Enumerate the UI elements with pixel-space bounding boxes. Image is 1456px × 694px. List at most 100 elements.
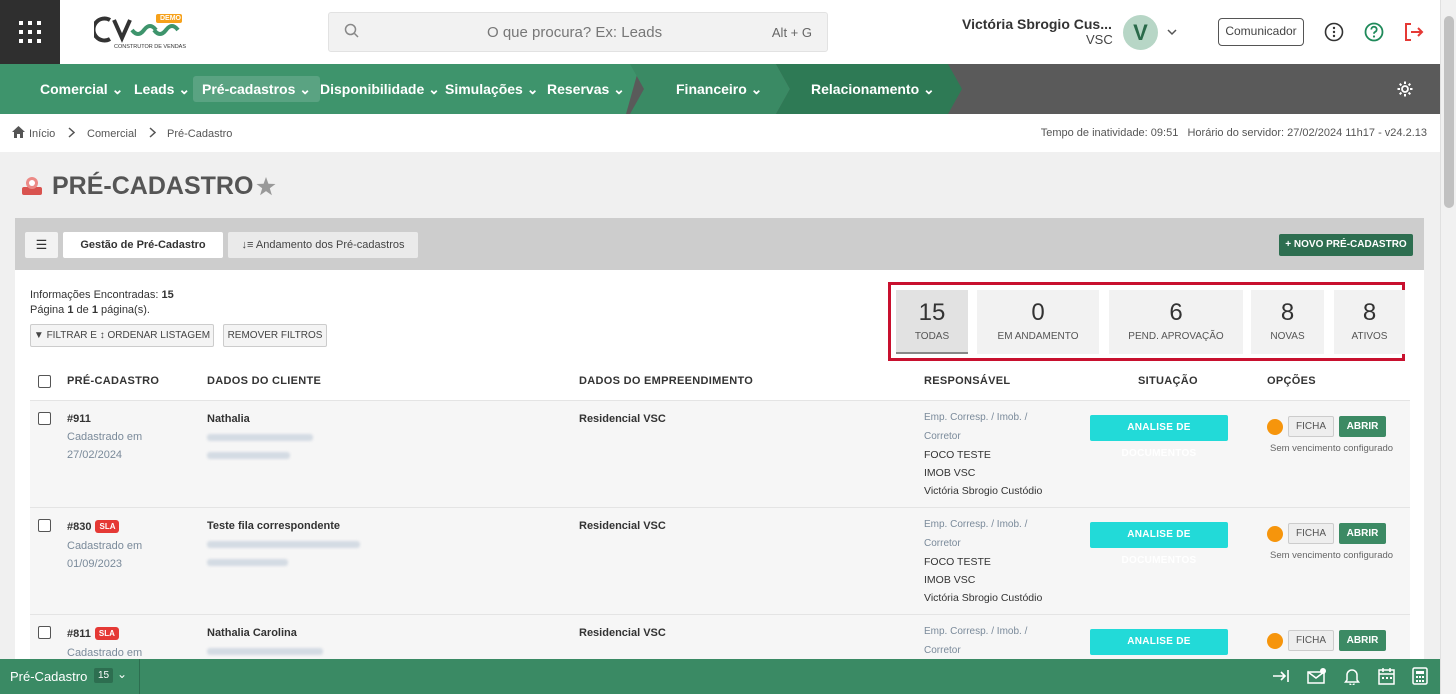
stat-ativos[interactable]: 8 ATIVOS [1334, 290, 1405, 354]
stat-em-andamento[interactable]: 0 EM ANDAMENTO [977, 290, 1099, 354]
stat-novas[interactable]: 8 NOVAS [1251, 290, 1324, 354]
nav-relacionamento[interactable]: Relacionamento ⌄ [807, 76, 939, 102]
help-icon[interactable] [1364, 22, 1384, 42]
blurred-email [207, 648, 323, 655]
abrir-button[interactable]: ABRIR [1339, 523, 1386, 544]
header-pre-cadastro[interactable]: PRÉ-CADASTRO [67, 375, 159, 387]
stat-pend-aprovacao[interactable]: 6 PEND. APROVAÇÃO [1109, 290, 1243, 354]
table-row[interactable]: #911 Cadastrado em 27/02/2024 Nathalia R… [30, 400, 1410, 507]
search-placeholder: O que procura? Ex: Leads [487, 24, 663, 41]
user-name[interactable]: Victória Sbrogio Cus... [962, 16, 1114, 32]
abrir-button[interactable]: ABRIR [1339, 416, 1386, 437]
select-all-checkbox[interactable] [38, 375, 51, 388]
row-resp-type: Emp. Corresp. / Imob. / [924, 412, 1028, 423]
menu-button[interactable]: ☰ [25, 232, 58, 258]
logo-badge: DEMO [160, 15, 181, 22]
bottom-bar: Pré-Cadastro 15 ⌄ [0, 659, 1440, 694]
row-reg-label: Cadastrado em [67, 647, 143, 659]
found-info: Informações Encontradas: 15 [30, 289, 174, 301]
header-responsavel: RESPONSÁVEL [924, 375, 1011, 387]
calendar-icon[interactable] [1378, 667, 1395, 685]
page-title: PRÉ-CADASTRO [52, 172, 254, 200]
calculator-icon[interactable] [1412, 667, 1428, 685]
stat-todas[interactable]: 15 TODAS [896, 290, 968, 354]
nav-comercial[interactable]: Comercial ⌄ [36, 76, 127, 102]
collapse-right-icon[interactable] [1272, 668, 1290, 684]
row-resp2: IMOB VSC [924, 467, 976, 479]
filter-button[interactable]: ▼ FILTRAR E ↕ ORDENAR LISTAGEM [30, 324, 214, 347]
gear-icon[interactable] [1396, 80, 1414, 98]
row-resp2: IMOB VSC [924, 574, 976, 586]
row-reg-label: Cadastrado em [67, 540, 143, 552]
top-bar: DEMO CONSTRUTOR DE VENDAS O que procura?… [0, 0, 1440, 64]
server-status: Tempo de inatividade: 09:51 Horário do s… [1040, 127, 1427, 139]
envelope-star-icon[interactable] [1307, 667, 1327, 685]
row-client: Nathalia [207, 413, 250, 425]
row-date: 01/09/2023 [67, 558, 123, 570]
nav-reservas[interactable]: Reservas ⌄ [543, 76, 629, 102]
cv-logo[interactable]: DEMO CONSTRUTOR DE VENDAS [91, 12, 187, 52]
status-dot [1267, 419, 1283, 435]
main-navbar: Comercial ⌄ Leads ⌄ Pré-cadastros ⌄ Disp… [0, 64, 1440, 114]
tab-gestao[interactable]: Gestão de Pré-Cadastro [63, 232, 223, 258]
row-checkbox[interactable] [38, 626, 51, 639]
bottom-count-badge: 15 [94, 668, 114, 683]
filter-icon: ▼ [33, 330, 44, 341]
nav-simulacoes[interactable]: Simulações ⌄ [441, 76, 542, 102]
bottom-module-label[interactable]: Pré-Cadastro [10, 669, 87, 684]
chevron-right-icon [68, 127, 75, 138]
deadline-text: Sem vencimento configurado [1270, 443, 1394, 454]
star-icon[interactable] [256, 177, 276, 196]
ficha-button[interactable]: FICHA [1288, 416, 1334, 437]
search-bar[interactable]: O que procura? Ex: Leads Alt + G [328, 12, 828, 52]
row-id-wrap[interactable]: #811 SLA [67, 627, 119, 640]
scrollbar-thumb[interactable] [1444, 16, 1454, 208]
communicator-button[interactable]: Comunicador [1218, 18, 1304, 46]
apps-grid-icon[interactable] [0, 0, 60, 64]
ficha-button[interactable]: FICHA [1288, 523, 1334, 544]
row-resp1: FOCO TESTE [924, 556, 991, 568]
row-id[interactable]: #830 [67, 521, 91, 533]
breadcrumb-comercial[interactable]: Comercial [87, 128, 137, 140]
status-badge: ANALISE DE DOCUMENTOS [1090, 522, 1228, 566]
nav-pre-cadastros[interactable]: Pré-cadastros ⌄ [193, 76, 321, 102]
row-checkbox[interactable] [38, 519, 51, 532]
row-id[interactable]: #911 [67, 413, 91, 425]
row-id-wrap[interactable]: #830 SLA [67, 520, 120, 533]
more-options-icon[interactable] [1324, 22, 1344, 42]
sla-badge: SLA [94, 627, 119, 640]
chevron-down-icon[interactable] [1167, 28, 1177, 36]
row-resp-type2: Corretor [924, 645, 961, 656]
table-row[interactable]: #830 SLA Cadastrado em 01/09/2023 Teste f… [30, 507, 1410, 614]
bell-icon[interactable] [1344, 668, 1360, 685]
user-company: VSC [1086, 32, 1113, 47]
row-resp3: Victória Sbrogio Custódio [924, 485, 1043, 497]
ficha-button[interactable]: FICHA [1288, 630, 1334, 651]
blurred-phone [207, 559, 288, 566]
status-dot [1267, 526, 1283, 542]
sla-badge: SLA [95, 520, 120, 533]
search-shortcut: Alt + G [771, 25, 812, 40]
home-icon [12, 126, 25, 138]
row-resp1: FOCO TESTE [924, 449, 991, 461]
chevron-down-icon[interactable]: ⌄ [117, 667, 127, 681]
remove-filters-button[interactable]: REMOVER FILTROS [223, 324, 327, 347]
nav-financeiro[interactable]: Financeiro ⌄ [672, 76, 766, 102]
row-project: Residencial VSC [579, 413, 666, 425]
nav-leads[interactable]: Leads ⌄ [130, 76, 194, 102]
logo-tagline: CONSTRUTOR DE VENDAS [114, 44, 187, 50]
abrir-button[interactable]: ABRIR [1339, 630, 1386, 651]
status-badge: ANALISE DE DOCUMENTOS [1090, 629, 1228, 655]
new-pre-cadastro-button[interactable]: + NOVO PRÉ-CADASTRO [1279, 234, 1413, 256]
breadcrumb-home[interactable]: Início [29, 128, 55, 140]
page-scrollbar[interactable] [1440, 0, 1456, 694]
avatar[interactable]: V [1123, 15, 1158, 50]
nav-disponibilidade[interactable]: Disponibilidade ⌄ [316, 76, 444, 102]
table-row[interactable]: #811 SLA Cadastrado em Nathalia Carolina … [30, 614, 1410, 659]
row-checkbox[interactable] [38, 412, 51, 425]
tab-andamento[interactable]: ↓≡ Andamento dos Pré-cadastros [228, 232, 418, 258]
logout-icon[interactable] [1403, 22, 1425, 42]
row-resp-type2: Corretor [924, 431, 961, 442]
card-tabs-bar: ☰ Gestão de Pré-Cadastro ↓≡ Andamento do… [15, 218, 1424, 270]
row-id[interactable]: #811 [67, 628, 91, 640]
